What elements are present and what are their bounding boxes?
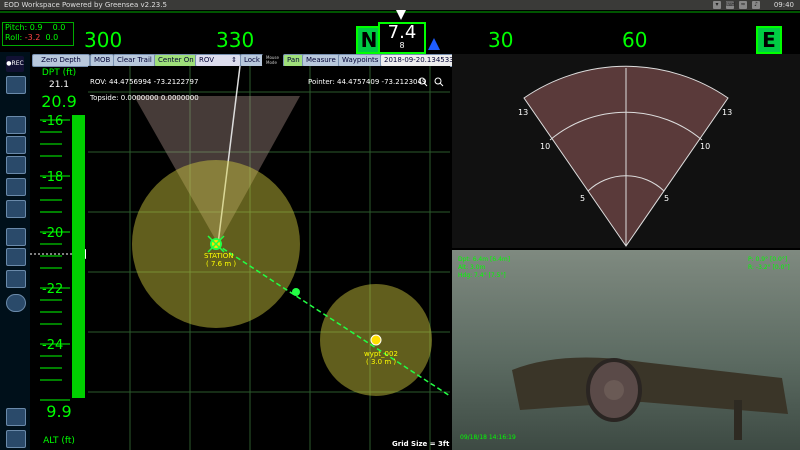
overlay-heading: Hdg: 7.4° [7.5°] [458,272,506,279]
camera-view: Dpt: 6.4m [6.4m] Alt: 3.0m Hdg: 7.4° [7.… [452,250,800,450]
keyboard-icon[interactable]: ⌨ [726,1,735,9]
heading-pointer-icon [396,10,406,20]
sonar-range-left-13: 13 [518,108,529,117]
grid-size-label: Grid Size = 3ft [392,440,450,448]
record-icon[interactable]: ●REC [6,56,24,72]
lights-icon[interactable] [6,136,26,154]
diagnostics-icon[interactable] [6,408,26,426]
altitude-mode-icon[interactable] [6,430,26,448]
pitch-setpoint: 0.0 [52,23,66,32]
zoom-out-icon[interactable] [434,77,444,87]
heading-setpoint-icon [428,38,440,50]
overlay-altitude: Alt: 3.0m [458,264,486,271]
depth-tick-20: -20 [42,226,64,241]
rov-position: ROV: 44.4756994 -73.2122797 [90,78,199,86]
east-marker: E [756,26,782,54]
waypoint-label: wypt_002 [364,350,398,358]
window-title: EOD Workspace Powered by Greensea v2.23.… [4,1,167,9]
depth-title: DPT (ft) [41,68,77,78]
station-label: STATION [204,252,234,260]
altitude-value: 9.9 [46,402,72,421]
settings-icon[interactable] [6,294,26,312]
depth-setpoint: 21.1 [48,80,70,90]
overlay-depth: Dpt: 6.4m [6.4m] [458,256,511,263]
sonar-canvas [523,65,729,247]
zoom-in-icon[interactable] [418,77,428,87]
sonar-range-right-5: 5 [664,194,670,203]
station-radius-label: ( 7.6 m ) [206,260,237,268]
altitude-bar [72,115,85,398]
waypoint-marker [370,334,382,346]
heading-value: 7.4 [387,22,417,43]
waypoint-radius-label: ( 3.0 m ) [366,358,397,366]
gripper-icon[interactable] [6,200,26,218]
camera-icon[interactable] [6,76,26,94]
dropbox-icon[interactable]: ▾ [713,1,721,9]
vertical-thruster-icon[interactable] [6,116,26,134]
sonar-range-right-13: 13 [722,108,733,117]
overlay-roll: R: -3.2° [0.0°] [748,264,790,271]
pitch-label: Pitch: [5,23,28,32]
compass-tick-330: 330 [216,28,255,52]
sonar-range-left-5: 5 [580,194,586,203]
position-hold-icon[interactable] [6,228,26,246]
depth-tick-18: -18 [42,170,64,185]
center-on-select-value: ROV [199,56,215,64]
roll-label: Roll: [5,33,23,42]
light-bar-icon[interactable] [6,156,26,174]
heading-readout: 7.4 8 [378,22,426,54]
depth-current: 20.9 [41,92,77,111]
roll-value: -3.2 [24,33,41,42]
zero-depth-button[interactable]: Zero Depth [32,54,90,67]
vehicle-icon[interactable] [6,178,26,196]
depth-tick-22: -22 [42,282,64,297]
volume-icon[interactable]: ♪ [752,1,760,9]
map-canvas[interactable] [88,66,450,450]
overlay-datetime: 09/18/18 14:16:19 [460,434,516,441]
compass-tick-30: 30 [488,28,514,52]
clock: 09:40 [773,1,794,9]
navigation-map[interactable]: ROV: 44.4756994 -73.2122797 Topside: 0.0… [88,66,450,450]
sonar-display[interactable]: 13 13 10 10 5 5 [452,54,800,248]
altitude-label: ALT (ft) [43,436,75,446]
track-point [292,288,300,296]
heading-setpoint: 8 [399,41,405,50]
overlay-pitch: P: 0.9° [0.0°] [748,256,788,263]
compass-tick-60: 60 [622,28,648,52]
sonar-range-right-10: 10 [700,142,711,151]
topside-position: Topside: 0.0000000 0.0000000 [90,94,199,102]
depth-tick-16: -16 [42,114,64,129]
system-tray: ▾ ⌨ ≈ ♪ [713,1,760,9]
pitch-row: Pitch: 0.9 0.0 [3,23,73,33]
roll-setpoint: 0.0 [45,33,59,42]
camera-scene [512,357,788,440]
manipulator-icon[interactable] [6,248,26,266]
sonar-icon[interactable] [6,270,26,288]
compass-tick-300: 300 [84,28,123,52]
select-arrow-icon: ⇕ [231,56,237,64]
sonar-range-left-10: 10 [540,142,551,151]
pitch-roll-panel: Pitch: 0.9 0.0 Roll: -3.2 0.0 [2,22,74,46]
wifi-icon[interactable]: ≈ [739,1,747,9]
roll-row: Roll: -3.2 0.0 [3,33,73,43]
pointer-position: Pointer: 44.4757409 -73.2123049 [308,78,427,86]
system-bar: EOD Workspace Powered by Greensea v2.23.… [0,0,800,10]
pitch-value: 0.9 [29,23,43,32]
left-toolbar: ●REC [0,52,30,450]
depth-tick-24: -24 [42,338,64,353]
